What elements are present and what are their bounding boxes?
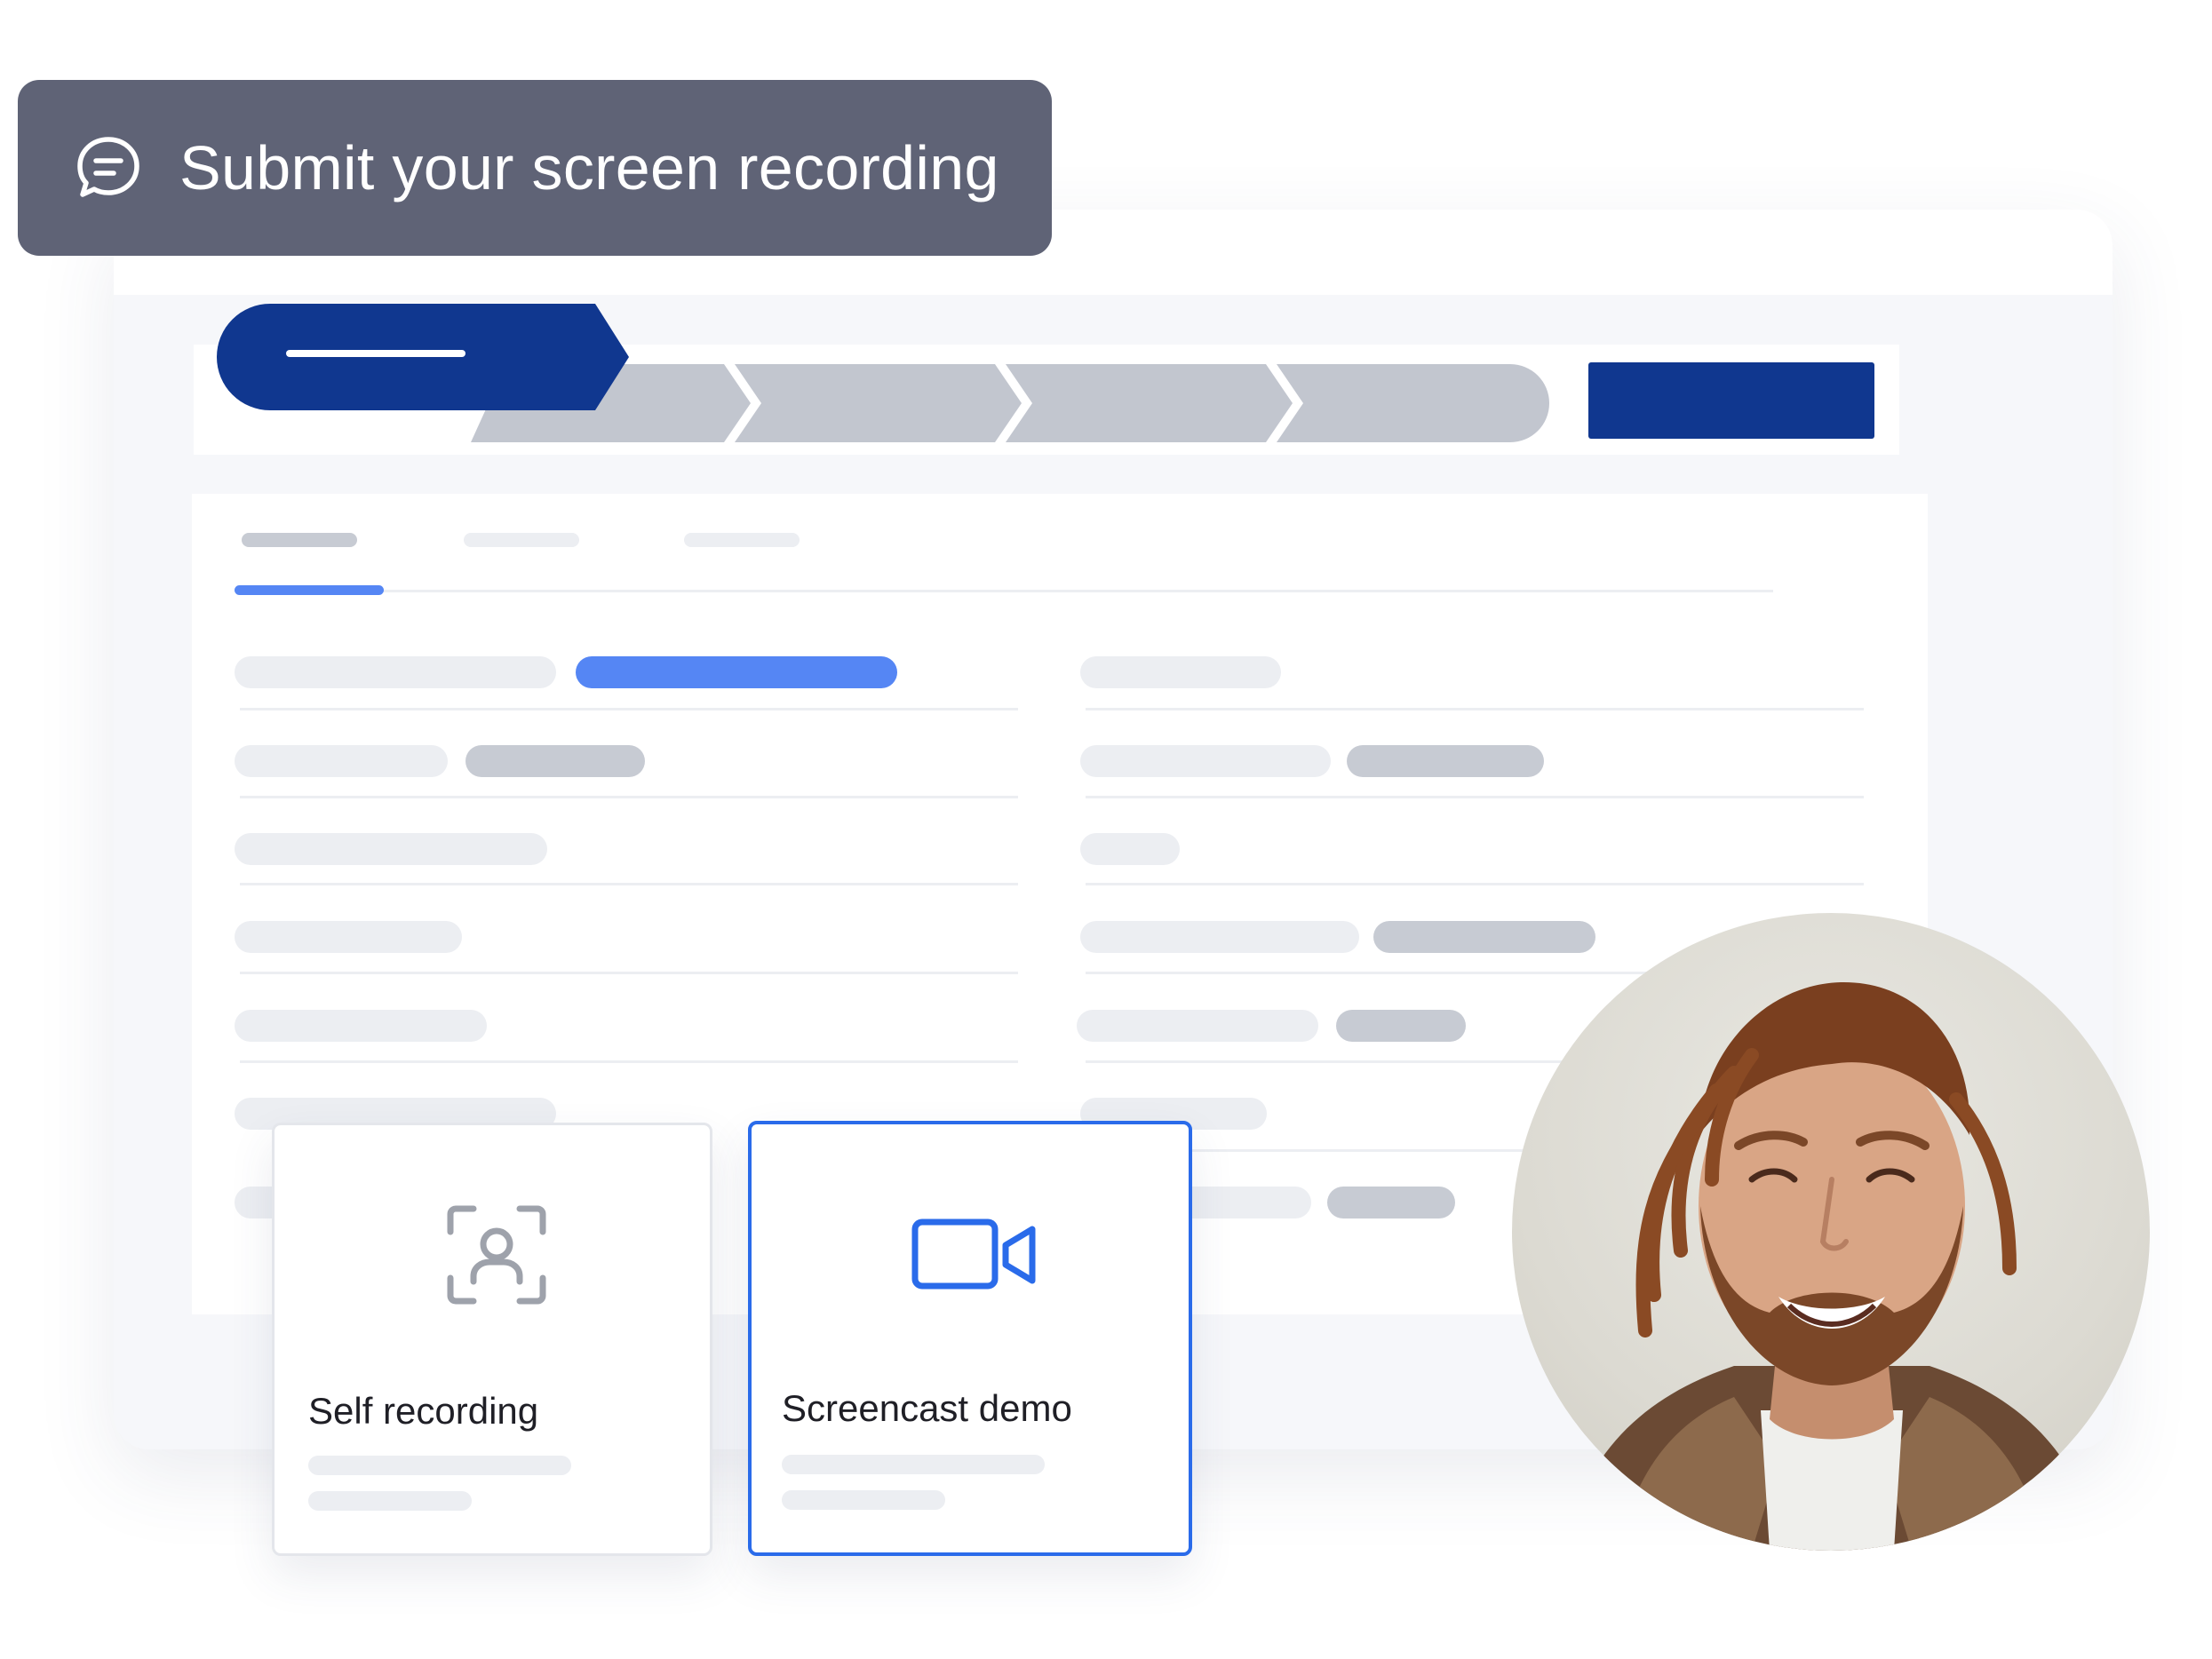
tab-1[interactable] — [242, 533, 357, 547]
field-label — [1080, 833, 1180, 865]
active-tab-indicator — [235, 585, 384, 595]
stepper-step-5 — [1277, 364, 1549, 442]
person-frame-icon — [447, 1205, 546, 1305]
option-description-line — [308, 1456, 571, 1475]
field-value — [465, 745, 645, 777]
tab-divider — [236, 590, 1773, 592]
field-label — [1080, 921, 1359, 953]
field-label — [1080, 656, 1281, 688]
submit-banner: Submit your screen recording — [18, 80, 1052, 256]
field-label — [235, 1010, 487, 1042]
video-camera-icon — [911, 1218, 1036, 1290]
row-divider — [240, 883, 1018, 885]
option-card-self-recording[interactable]: Self recording — [272, 1123, 712, 1556]
field-label — [235, 656, 556, 688]
field-value-highlighted[interactable] — [576, 656, 897, 688]
field-label — [235, 921, 462, 953]
row-divider — [240, 972, 1018, 974]
field-label — [1077, 1010, 1318, 1042]
tab-3[interactable] — [684, 533, 800, 547]
option-label: Screencast demo — [782, 1387, 1072, 1429]
avatar — [1512, 913, 2150, 1551]
option-card-screencast-demo[interactable]: Screencast demo — [748, 1121, 1192, 1556]
field-value — [1373, 921, 1595, 953]
row-divider — [240, 1060, 1018, 1063]
row-divider — [240, 796, 1018, 798]
field-label — [235, 745, 448, 777]
field-label — [235, 833, 547, 865]
field-label — [1080, 745, 1331, 777]
chat-bubble-icon — [77, 137, 139, 197]
user-photo — [1565, 981, 2098, 1551]
stepper-step-3 — [735, 364, 1022, 442]
field-value — [1347, 745, 1544, 777]
option-description-line — [782, 1455, 1045, 1474]
field-value — [1336, 1010, 1466, 1042]
option-label: Self recording — [308, 1390, 539, 1432]
field-value — [1327, 1187, 1455, 1218]
row-divider — [1086, 708, 1864, 710]
stepper-steps — [217, 304, 1549, 442]
row-divider — [240, 708, 1018, 710]
row-divider — [1086, 883, 1864, 885]
option-description-line — [782, 1490, 945, 1510]
banner-title: Submit your screen recording — [179, 133, 999, 202]
tab-2[interactable] — [464, 533, 579, 547]
option-description-line — [308, 1491, 472, 1511]
stepper-step-1-label — [286, 350, 465, 357]
row-divider — [1086, 796, 1864, 798]
primary-action-button[interactable] — [1588, 362, 1874, 439]
stepper-step-4 — [1006, 364, 1293, 442]
